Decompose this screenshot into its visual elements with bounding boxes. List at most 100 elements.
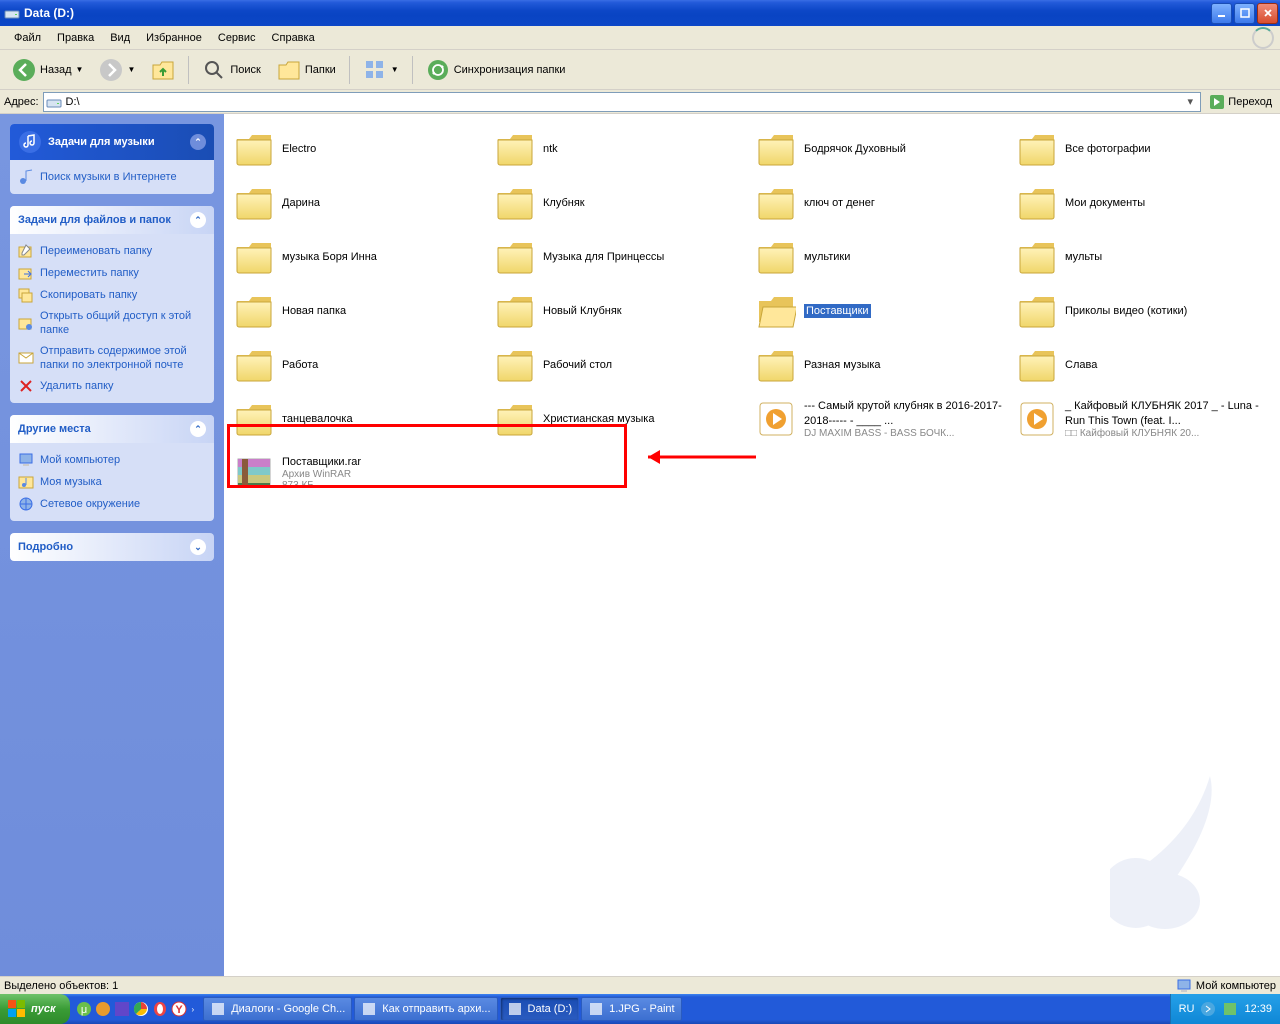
- ql-expand-icon[interactable]: ›: [190, 1005, 197, 1014]
- task-rename[interactable]: Переименовать папку: [18, 240, 206, 262]
- chevron-down-icon: ▼: [391, 65, 399, 74]
- item-label: мультики: [804, 250, 850, 264]
- panel-header[interactable]: Подробно ⌄: [10, 533, 214, 561]
- menu-help[interactable]: Справка: [264, 29, 323, 47]
- back-label: Назад: [40, 64, 72, 76]
- file-item[interactable]: Музыка для Принцессы: [491, 230, 752, 284]
- taskbar-task[interactable]: Диалоги - Google Ch...: [203, 997, 352, 1021]
- folder-icon: [234, 345, 274, 385]
- panel-header[interactable]: Задачи для музыки ⌃: [10, 124, 214, 160]
- file-item[interactable]: музыка Боря Инна: [230, 230, 491, 284]
- yandex-icon[interactable]: Y: [171, 1001, 187, 1017]
- file-item[interactable]: Бодрячок Духовный: [752, 122, 1013, 176]
- minimize-button[interactable]: [1211, 3, 1232, 24]
- task-copy[interactable]: Скопировать папку: [18, 284, 206, 306]
- forward-button[interactable]: ▼: [93, 54, 141, 86]
- task-delete[interactable]: Удалить папку: [18, 375, 206, 397]
- menu-view[interactable]: Вид: [102, 29, 138, 47]
- item-label: Клубняк: [543, 196, 585, 210]
- chevron-up-icon[interactable]: ⌃: [190, 212, 206, 228]
- chevron-up-icon[interactable]: ⌃: [190, 421, 206, 437]
- views-button[interactable]: ▼: [357, 54, 405, 86]
- file-item[interactable]: Разная музыка: [752, 338, 1013, 392]
- tray-expand-icon[interactable]: [1200, 1001, 1216, 1017]
- start-button[interactable]: пуск: [0, 994, 70, 1024]
- back-button[interactable]: Назад ▼: [6, 54, 89, 86]
- taskbar: пуск μ Y › Диалоги - Google Ch...Как отп…: [0, 994, 1280, 1024]
- quick-launch: μ Y ›: [70, 1001, 203, 1017]
- taskbar-task[interactable]: Как отправить архи...: [354, 997, 497, 1021]
- file-item[interactable]: --- Самый крутой клубняк в 2016-2017-201…: [752, 392, 1013, 446]
- address-input[interactable]: D:\ ▾: [43, 92, 1202, 112]
- file-item[interactable]: Все фотографии: [1013, 122, 1274, 176]
- menu-tools[interactable]: Сервис: [210, 29, 264, 47]
- task-search-music[interactable]: Поиск музыки в Интернете: [18, 166, 206, 188]
- panel-header[interactable]: Другие места ⌃: [10, 415, 214, 443]
- menu-favorites[interactable]: Избранное: [138, 29, 210, 47]
- menu-file[interactable]: Файл: [6, 29, 49, 47]
- place-mymusic[interactable]: Моя музыка: [18, 471, 206, 493]
- folders-button[interactable]: Папки: [271, 54, 342, 86]
- chevron-down-icon[interactable]: ▾: [1182, 95, 1198, 108]
- item-label: Разная музыка: [804, 358, 881, 372]
- network-icon: [18, 496, 34, 512]
- place-network[interactable]: Сетевое окружение: [18, 493, 206, 515]
- tray-icon[interactable]: [1222, 1001, 1238, 1017]
- file-item[interactable]: Клубняк: [491, 176, 752, 230]
- chevron-up-icon[interactable]: ⌃: [190, 134, 206, 150]
- file-item[interactable]: ключ от денег: [752, 176, 1013, 230]
- file-item[interactable]: Новый Клубняк: [491, 284, 752, 338]
- go-button[interactable]: Переход: [1205, 92, 1276, 112]
- folder-icon: [234, 291, 274, 331]
- panel-header[interactable]: Задачи для файлов и папок ⌃: [10, 206, 214, 234]
- search-button[interactable]: Поиск: [196, 54, 266, 86]
- svg-text:μ: μ: [80, 1004, 86, 1016]
- sync-button[interactable]: Синхронизация папки: [420, 54, 572, 86]
- address-label: Адрес:: [4, 96, 39, 108]
- task-label: 1.JPG - Paint: [609, 1003, 674, 1015]
- status-bar: Выделено объектов: 1 Мой компьютер: [0, 976, 1280, 994]
- up-button[interactable]: [145, 54, 181, 86]
- opera-icon[interactable]: [152, 1001, 168, 1017]
- file-item[interactable]: Electro: [230, 122, 491, 176]
- address-bar: Адрес: D:\ ▾ Переход: [0, 90, 1280, 114]
- file-item[interactable]: Слава: [1013, 338, 1274, 392]
- taskbar-task[interactable]: Data (D:): [500, 997, 580, 1021]
- close-button[interactable]: [1257, 3, 1278, 24]
- torrent-icon[interactable]: μ: [76, 1001, 92, 1017]
- file-item[interactable]: _ Кайфовый КЛУБНЯК 2017 _ - Luna - Run T…: [1013, 392, 1274, 446]
- app-icon[interactable]: [114, 1001, 130, 1017]
- panel-title: Задачи для музыки: [48, 136, 155, 148]
- chevron-down-icon[interactable]: ⌄: [190, 539, 206, 555]
- sync-label: Синхронизация папки: [454, 64, 566, 76]
- task-email[interactable]: Отправить содержимое этой папки по элект…: [18, 341, 206, 376]
- file-item[interactable]: Поставщики: [752, 284, 1013, 338]
- folder-icon: [1017, 345, 1057, 385]
- file-item[interactable]: ntk: [491, 122, 752, 176]
- file-item[interactable]: Мои документы: [1013, 176, 1274, 230]
- taskbar-task[interactable]: 1.JPG - Paint: [581, 997, 681, 1021]
- place-mycomputer[interactable]: Мой компьютер: [18, 449, 206, 471]
- clock[interactable]: 12:39: [1244, 1003, 1272, 1015]
- item-label: музыка Боря Инна: [282, 250, 377, 264]
- app-icon[interactable]: [95, 1001, 111, 1017]
- system-tray: RU 12:39: [1170, 994, 1280, 1024]
- file-item[interactable]: Работа: [230, 338, 491, 392]
- file-item[interactable]: мультики: [752, 230, 1013, 284]
- file-item[interactable]: Новая папка: [230, 284, 491, 338]
- file-item[interactable]: Приколы видео (котики): [1013, 284, 1274, 338]
- file-item[interactable]: Дарина: [230, 176, 491, 230]
- task-move[interactable]: Переместить папку: [18, 262, 206, 284]
- maximize-button[interactable]: [1234, 3, 1255, 24]
- share-icon: [18, 315, 34, 331]
- folder-up-icon: [151, 58, 175, 82]
- panel-title: Другие места: [18, 423, 91, 435]
- chrome-icon[interactable]: [133, 1001, 149, 1017]
- file-item[interactable]: мульты: [1013, 230, 1274, 284]
- file-item[interactable]: Рабочий стол: [491, 338, 752, 392]
- content-area[interactable]: ElectrontkБодрячок ДуховныйВсе фотографи…: [224, 114, 1280, 976]
- menu-edit[interactable]: Правка: [49, 29, 102, 47]
- search-icon: [202, 58, 226, 82]
- language-indicator[interactable]: RU: [1179, 1003, 1195, 1015]
- task-share[interactable]: Открыть общий доступ к этой папке: [18, 306, 206, 341]
